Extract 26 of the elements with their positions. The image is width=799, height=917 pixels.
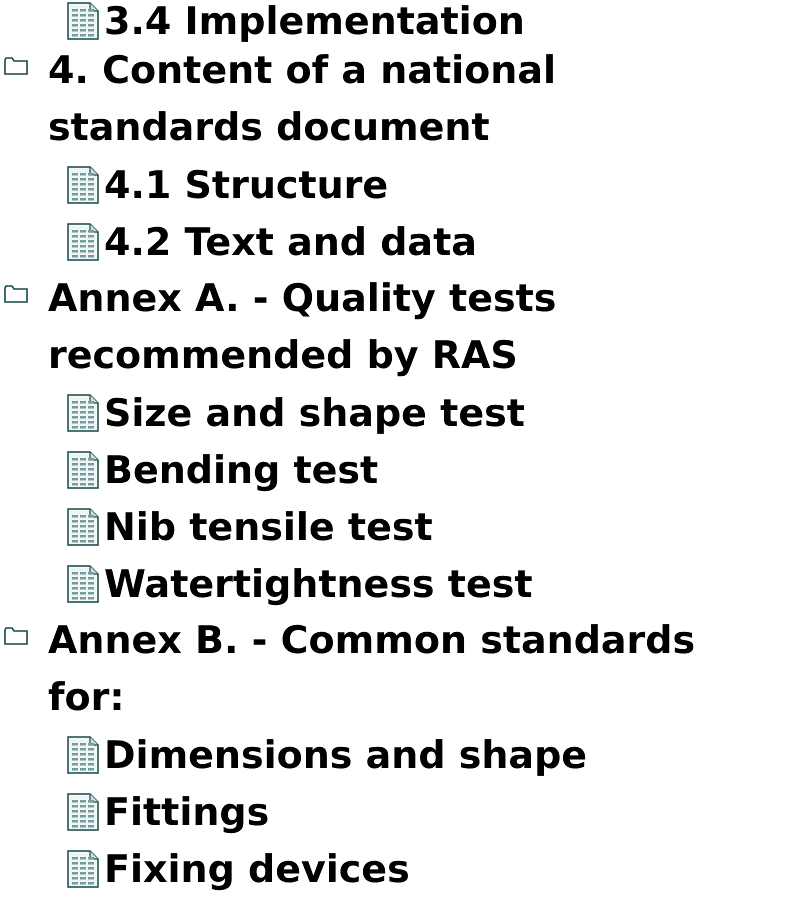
document-icon	[66, 1, 100, 41]
document-icon	[66, 222, 100, 262]
document-label[interactable]: Nib tensile test	[104, 506, 433, 548]
folder-icon	[4, 284, 28, 304]
document-label[interactable]: Fittings	[104, 790, 270, 832]
document-icon	[66, 792, 100, 832]
document-label[interactable]: Bending test	[104, 448, 378, 490]
folder-label[interactable]: Annex A. - Quality tests recommended by RAS	[48, 270, 768, 384]
document-label[interactable]: 4.1 Structure	[104, 164, 388, 206]
folder-icon	[4, 626, 28, 646]
document-icon	[66, 392, 100, 432]
document-label[interactable]: Dimensions and shape	[104, 734, 588, 776]
document-icon	[66, 564, 100, 604]
document-label[interactable]: Fixing devices	[104, 848, 410, 890]
document-label[interactable]: 3.4 Implementation	[104, 0, 525, 42]
document-icon	[66, 734, 100, 774]
document-label[interactable]: Size and shape test	[104, 392, 525, 434]
document-icon	[66, 506, 100, 546]
document-icon	[66, 164, 100, 204]
folder-label[interactable]: 4. Content of a national standards document	[48, 42, 768, 156]
folder-label[interactable]: Annex B. - Common standards for:	[48, 612, 768, 726]
document-icon	[66, 450, 100, 490]
document-label[interactable]: 4.2 Text and data	[104, 220, 477, 262]
folder-icon	[4, 56, 28, 76]
document-icon	[66, 848, 100, 888]
document-label[interactable]: Watertightness test	[104, 562, 533, 604]
